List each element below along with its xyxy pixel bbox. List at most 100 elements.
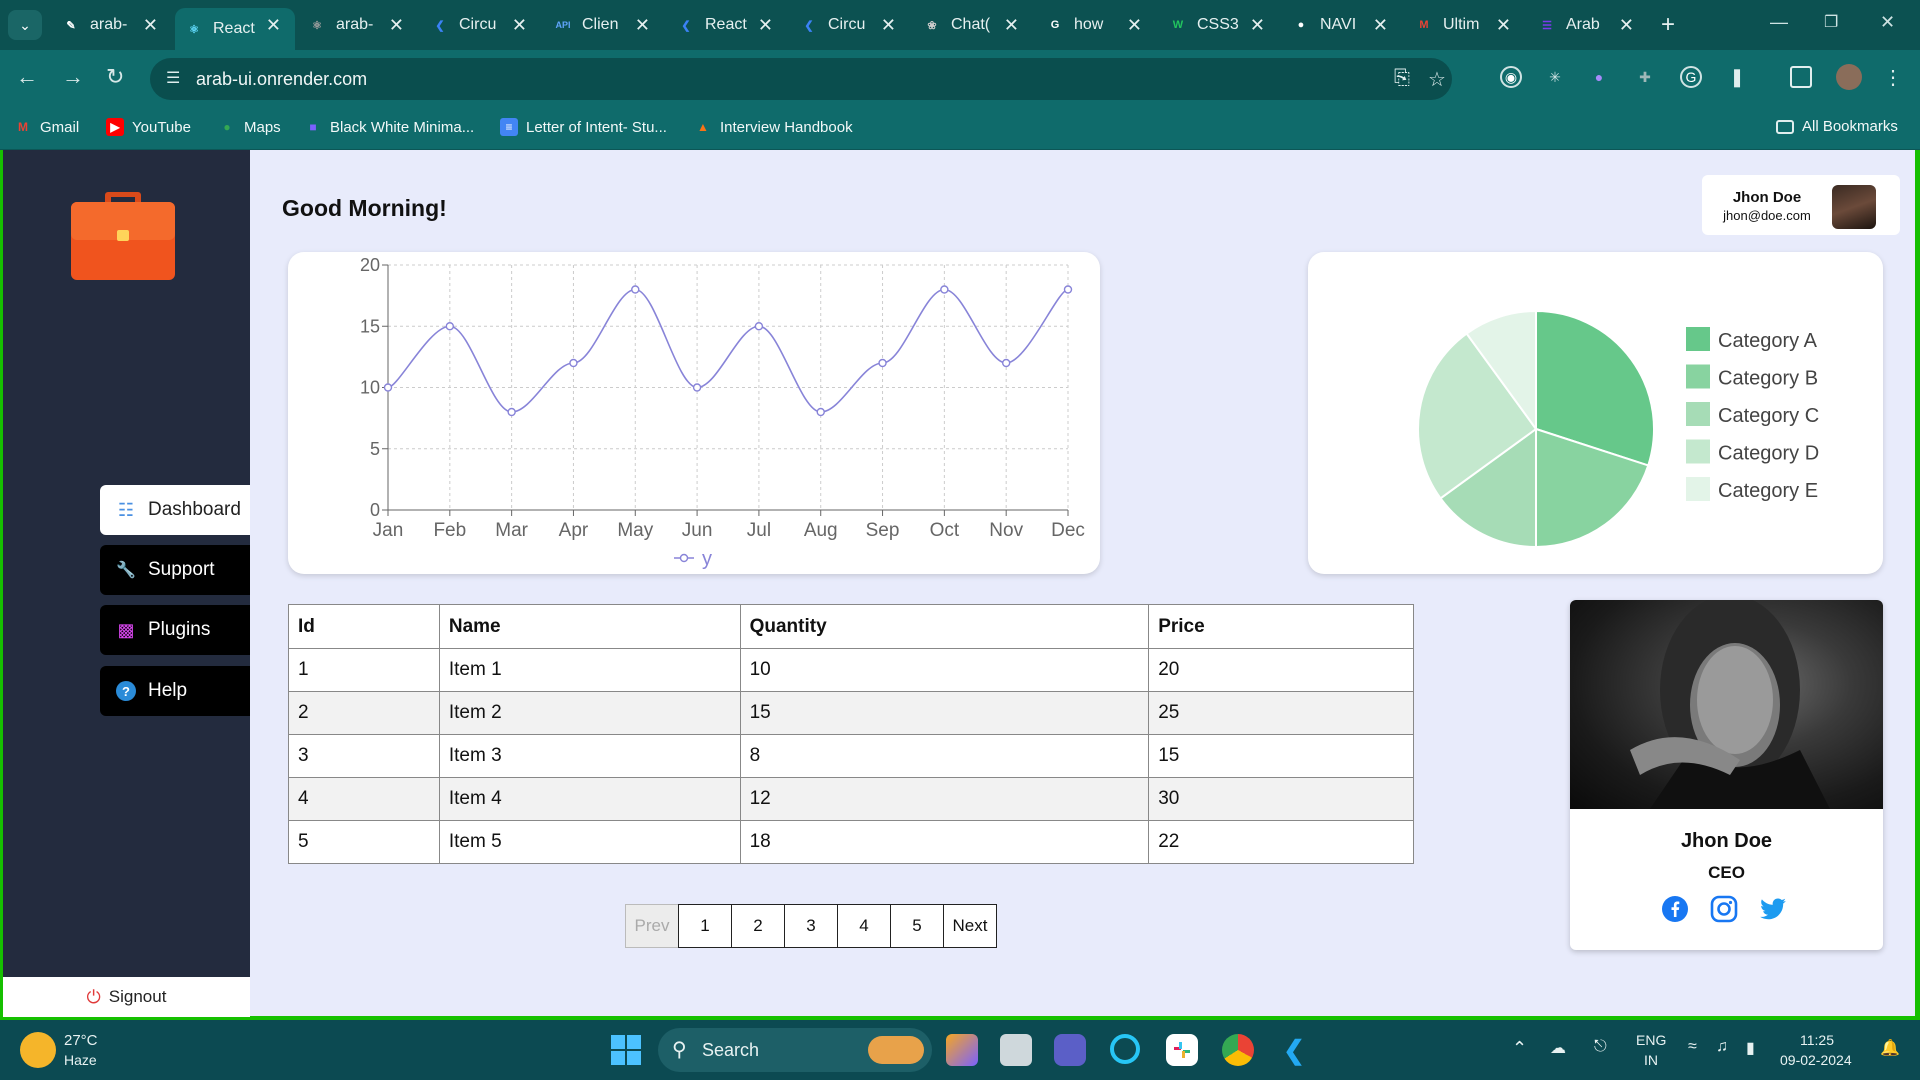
tab-6[interactable]: ❮ React ✕ (667, 8, 787, 42)
bookmark-star-icon[interactable]: ☆ (1428, 67, 1446, 92)
sidebar-item-plugins[interactable]: ▩ Plugins (100, 605, 253, 655)
wifi-icon[interactable]: ≈ (1688, 1038, 1697, 1056)
language-in[interactable]: IN (1644, 1052, 1658, 1068)
bookmark-3[interactable]: ● Maps (218, 118, 280, 136)
windows-start-icon[interactable] (610, 1034, 642, 1066)
weather-temp[interactable]: 27°C (64, 1032, 98, 1049)
close-tab-icon[interactable]: ✕ (1496, 15, 1511, 36)
user-card[interactable]: Jhon Doe jhon@doe.com (1702, 175, 1900, 235)
facebook-icon[interactable] (1660, 894, 1690, 924)
volume-icon[interactable]: ♫ (1716, 1038, 1728, 1056)
chrome-icon[interactable] (1222, 1034, 1254, 1066)
close-tab-icon[interactable]: ✕ (512, 15, 527, 36)
tab-11[interactable]: ● NAVI ✕ (1282, 8, 1402, 42)
extension-drop-icon[interactable]: ● (1588, 66, 1610, 88)
tab-5[interactable]: API Clien ✕ (544, 8, 664, 42)
new-tab-button[interactable]: + (1652, 8, 1684, 42)
legend-marker (679, 553, 689, 563)
url-text[interactable]: arab-ui.onrender.com (196, 69, 367, 90)
page-button-5[interactable]: 5 (890, 904, 944, 948)
tab-2[interactable]: ⚛ React ✕ (175, 8, 295, 50)
site-info-icon[interactable]: ☰ (166, 68, 180, 88)
tab-search-button[interactable]: ⌄ (8, 10, 42, 40)
weather-sun-icon[interactable] (20, 1032, 56, 1068)
clock-time[interactable]: 11:25 (1800, 1032, 1834, 1048)
bookmark-2[interactable]: ▶ YouTube (106, 118, 191, 136)
task-view-icon[interactable] (1000, 1034, 1032, 1066)
close-tab-icon[interactable]: ✕ (389, 15, 404, 36)
language-eng[interactable]: ENG (1636, 1032, 1666, 1048)
sidebar-item-support[interactable]: 🔧 Support (100, 545, 253, 595)
copilot-icon[interactable] (946, 1034, 978, 1066)
vscode-icon[interactable]: ❮ (1278, 1034, 1310, 1066)
x-tick-label: Jan (373, 520, 404, 541)
slack-icon[interactable] (1166, 1034, 1198, 1066)
instagram-icon[interactable] (1709, 894, 1739, 924)
tab-13[interactable]: ☰ Arab ✕ (1528, 8, 1648, 42)
profile-avatar-icon[interactable] (1836, 64, 1862, 90)
page-button-1[interactable]: 1 (678, 904, 732, 948)
twitter-icon[interactable] (1758, 894, 1788, 924)
tab-12[interactable]: M Ultim ✕ (1405, 8, 1525, 42)
chevron-up-icon[interactable]: ⌃ (1512, 1038, 1527, 1059)
bookmark-6[interactable]: ▲ Interview Handbook (694, 118, 853, 136)
sidebar-item-dashboard[interactable]: ☷ Dashboard (100, 485, 253, 535)
battery-icon[interactable]: ▮ (1746, 1038, 1755, 1058)
menu-kebab-icon[interactable]: ⋮ (1882, 66, 1904, 89)
restore-icon[interactable]: ❐ (1824, 12, 1838, 32)
prev-page-button[interactable]: Prev (625, 904, 679, 948)
grammarly-icon[interactable]: G (1680, 66, 1702, 88)
react-icon: ⚛ (312, 19, 322, 32)
close-tab-icon[interactable]: ✕ (1373, 15, 1388, 36)
close-tab-icon[interactable]: ✕ (635, 15, 650, 36)
tab-1[interactable]: ✎ arab- ✕ (52, 8, 172, 42)
tab-10[interactable]: W CSS3 ✕ (1159, 8, 1279, 42)
cloud-icon[interactable]: ☁ (1550, 1038, 1566, 1058)
taskbar-search[interactable]: ⚲ Search (658, 1028, 932, 1072)
table-cell: Item 2 (438, 691, 741, 735)
clock-date[interactable]: 09-02-2024 (1780, 1052, 1852, 1068)
tab-8[interactable]: ❀ Chat(✕ (913, 8, 1033, 42)
tab-4[interactable]: ❮ Circu ✕ (421, 8, 541, 42)
page-button-3[interactable]: 3 (784, 904, 838, 948)
tab-3[interactable]: ⚛ arab- ✕ (298, 8, 418, 42)
bookmark-4[interactable]: ■ Black White Minima... (304, 118, 474, 136)
extensions-icon[interactable]: ❚ (1726, 66, 1748, 88)
data-point (383, 383, 393, 392)
omnibox[interactable]: ☰ arab-ui.onrender.com ⎘ ☆ (150, 58, 1452, 100)
close-tab-icon[interactable]: ✕ (266, 15, 281, 36)
bookmark-1[interactable]: M Gmail (14, 118, 79, 136)
back-button[interactable]: ← (16, 64, 38, 90)
tab-7[interactable]: ❮ Circu ✕ (790, 8, 910, 42)
signout-button[interactable]: ⏻ Signout (3, 977, 250, 1017)
forward-button[interactable]: → (62, 64, 84, 90)
table-row: 1 Item 1 10 20 (288, 648, 1414, 692)
weather-condition[interactable]: Haze (64, 1052, 97, 1068)
close-tab-icon[interactable]: ✕ (1004, 15, 1019, 36)
page-button-4[interactable]: 4 (837, 904, 891, 948)
close-window-icon[interactable]: ✕ (1880, 12, 1895, 33)
bookmark-5[interactable]: ≡ Letter of Intent- Stu... (500, 118, 667, 136)
close-tab-icon[interactable]: ✕ (1619, 15, 1634, 36)
close-tab-icon[interactable]: ✕ (1250, 15, 1265, 36)
tab-9[interactable]: Ghow ✕ (1036, 8, 1156, 42)
page-button-2[interactable]: 2 (731, 904, 785, 948)
extension-puzzle-icon[interactable]: ✚ (1634, 66, 1656, 88)
install-app-icon[interactable]: ⎘ (1394, 67, 1410, 90)
extension-react-icon[interactable]: ✳ (1544, 66, 1566, 88)
teams-icon[interactable] (1054, 1034, 1086, 1066)
close-tab-icon[interactable]: ✕ (758, 15, 773, 36)
sidebar-item-help[interactable]: ? Help (100, 666, 253, 716)
microphone-icon[interactable]: ⎋ (1594, 1038, 1607, 1056)
notification-icon[interactable]: 🔔 (1880, 1038, 1900, 1058)
cortana-icon[interactable] (1110, 1034, 1140, 1064)
close-tab-icon[interactable]: ✕ (881, 15, 896, 36)
next-page-button[interactable]: Next (943, 904, 997, 948)
close-tab-icon[interactable]: ✕ (1127, 15, 1142, 36)
all-bookmarks[interactable]: All Bookmarks (1776, 118, 1898, 135)
close-tab-icon[interactable]: ✕ (143, 15, 158, 36)
extension-target-icon[interactable]: ◉ (1500, 66, 1522, 88)
side-panel-icon[interactable] (1790, 66, 1812, 88)
reload-button[interactable]: ↻ (106, 64, 124, 90)
minimize-icon[interactable]: — (1770, 12, 1788, 33)
